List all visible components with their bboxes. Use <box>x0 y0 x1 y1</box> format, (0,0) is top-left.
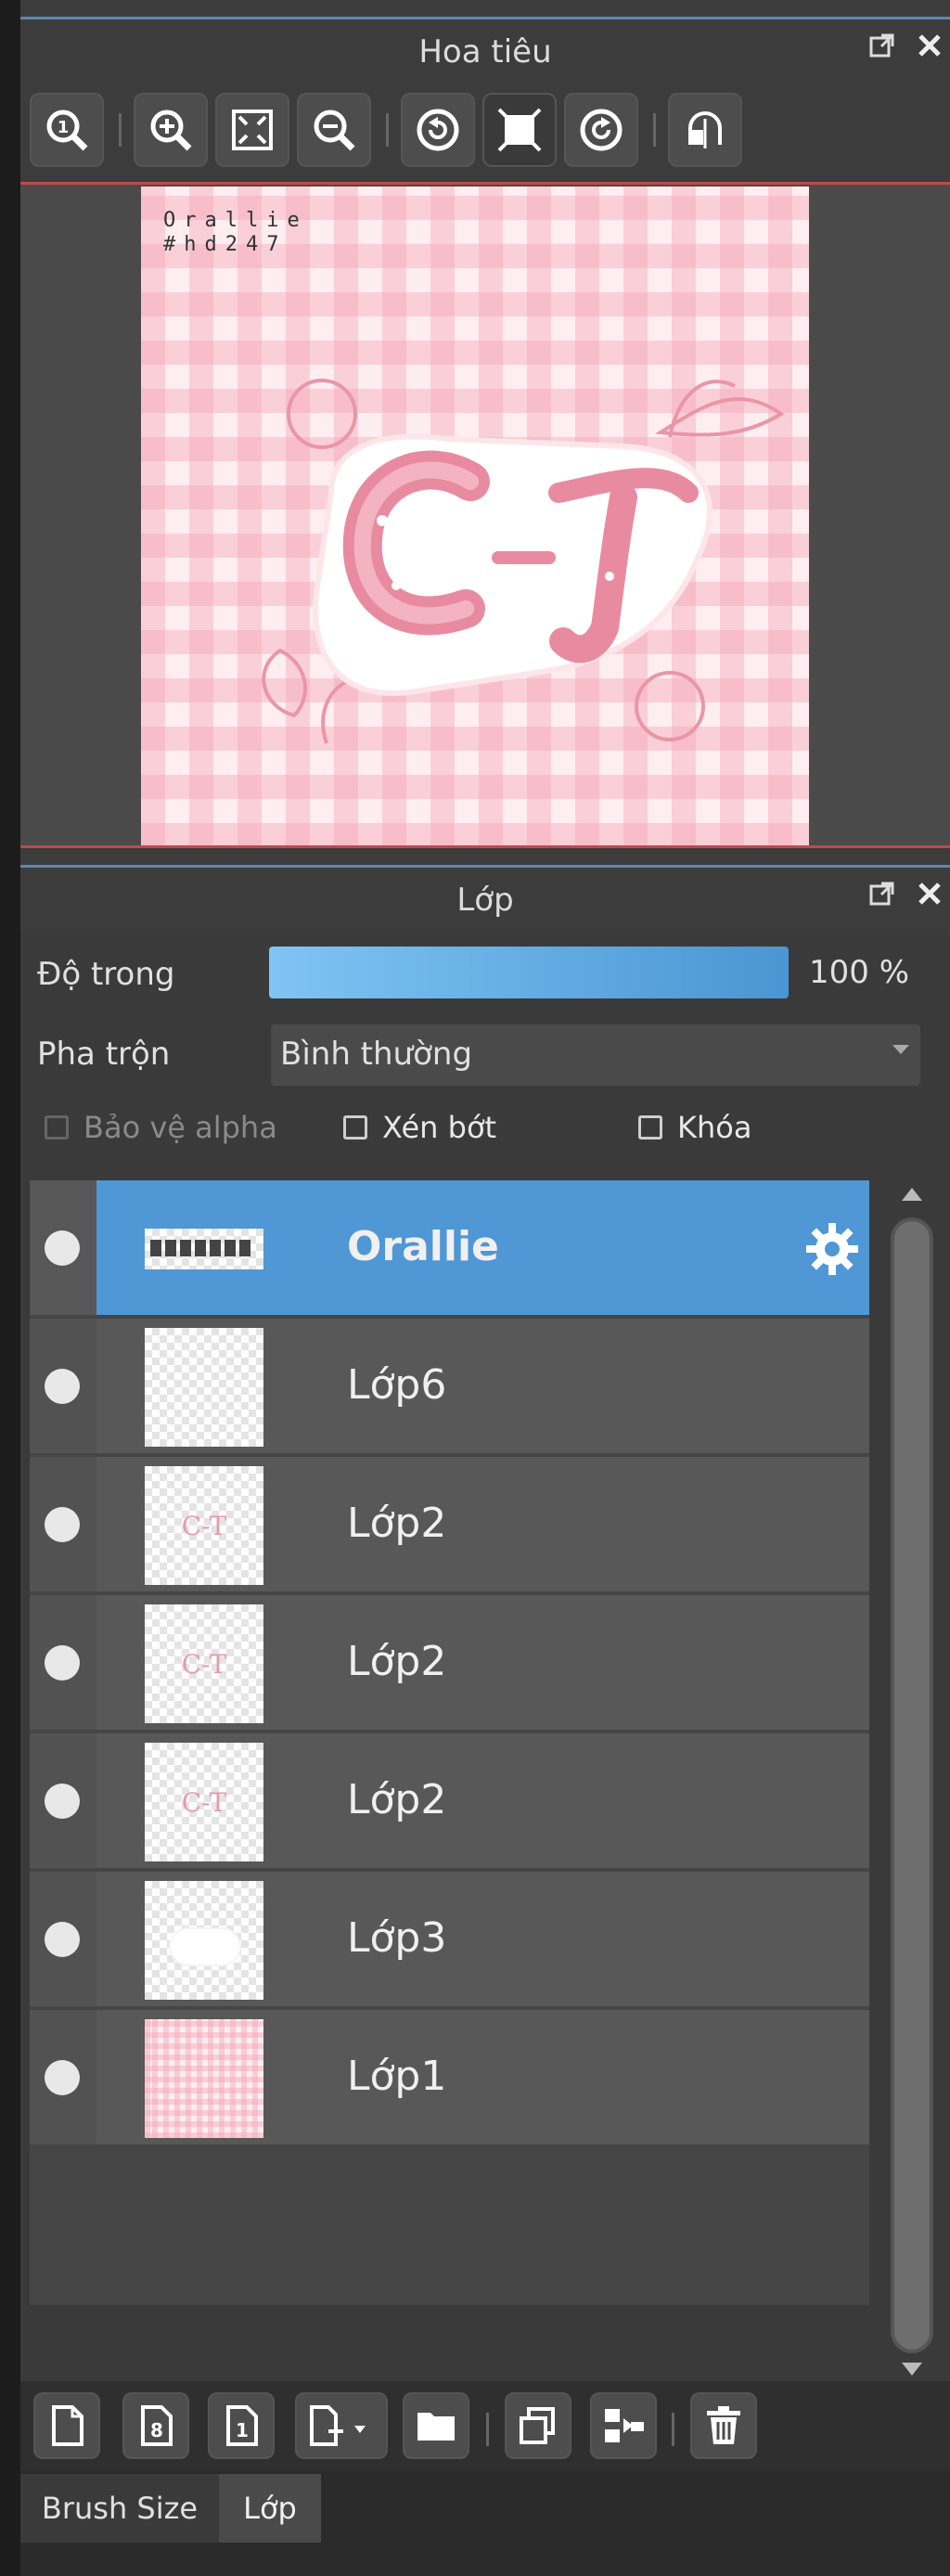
navigator-title: Hoa tiêu <box>418 33 552 71</box>
layer-toolbar: 8 1 <box>20 2381 950 2470</box>
layer-row[interactable]: Lớp3 <box>30 1872 869 2006</box>
layer-row[interactable]: C-T Lớp2 <box>30 1457 869 1591</box>
rotate-right-icon[interactable] <box>564 93 638 167</box>
blend-mode-value: Bình thường <box>280 1036 473 1073</box>
zoom-in-icon[interactable] <box>134 93 208 167</box>
layer-name: Lớp2 <box>347 1776 447 1823</box>
visibility-icon[interactable] <box>45 1784 80 1819</box>
add-layer-menu-icon[interactable] <box>295 2392 388 2459</box>
layer-name: Lớp2 <box>347 1638 447 1685</box>
toolbar-separator <box>486 2413 489 2446</box>
visibility-icon[interactable] <box>45 1645 80 1681</box>
protect-alpha-checkbox[interactable]: Bảo vệ alpha <box>45 1110 277 1145</box>
layer-panel-header: Lớp <box>20 859 950 934</box>
canvas-preview[interactable]: Orallie #hd247 <box>141 187 809 847</box>
layer-thumbnail <box>145 1881 263 2000</box>
lock-checkbox[interactable]: Khóa <box>638 1110 751 1145</box>
layer-row[interactable]: C-T Lớp2 <box>30 1595 869 1730</box>
tab-brush-size[interactable]: Brush Size <box>20 2474 219 2543</box>
view-border-top <box>20 182 950 185</box>
gear-icon[interactable] <box>804 1221 860 1277</box>
panel-top-line <box>20 17 950 19</box>
clipping-checkbox[interactable]: Xén bớt <box>343 1110 496 1145</box>
visibility-icon[interactable] <box>45 1369 80 1404</box>
blend-mode-select[interactable]: Bình thường <box>271 1024 920 1086</box>
visibility-icon[interactable] <box>45 1922 80 1957</box>
toolbar-separator <box>672 2413 674 2446</box>
merge-down-icon[interactable] <box>590 2392 657 2459</box>
clipping-label: Xén bớt <box>382 1110 497 1145</box>
checkbox-box <box>638 1115 662 1140</box>
close-icon[interactable] <box>917 881 943 914</box>
scroll-down-icon[interactable] <box>902 2363 922 2376</box>
layer-row[interactable]: Orallie <box>30 1180 869 1315</box>
layer-panel: Lớp Độ trong 100 % Pha trộn Bình thường … <box>20 859 950 2470</box>
zoom-100-icon[interactable]: 1 <box>30 93 104 167</box>
tab-layer[interactable]: Lớp <box>219 2474 321 2543</box>
layer-thumbnail <box>145 2019 263 2138</box>
visibility-icon[interactable] <box>45 2060 80 2095</box>
left-edge <box>0 0 20 2576</box>
fit-screen-icon[interactable] <box>215 93 289 167</box>
scroll-thumb[interactable] <box>894 1221 930 2350</box>
protect-alpha-label: Bảo vệ alpha <box>83 1110 277 1145</box>
rotate-left-icon[interactable] <box>401 93 475 167</box>
detach-icon[interactable] <box>868 880 896 915</box>
checkbox-box <box>45 1115 69 1140</box>
folder-icon[interactable] <box>403 2392 469 2459</box>
toolbar-separator <box>119 113 122 147</box>
new-8bit-layer-icon[interactable]: 8 <box>122 2392 189 2459</box>
layer-thumbnail <box>145 1328 263 1447</box>
duplicate-layer-icon[interactable] <box>505 2392 571 2459</box>
svg-text:1: 1 <box>58 118 70 137</box>
opacity-label: Độ trong <box>37 956 175 993</box>
new-layer-icon[interactable] <box>33 2392 100 2459</box>
lock-label: Khóa <box>677 1110 752 1145</box>
layer-name: Lớp6 <box>347 1361 447 1409</box>
layer-row[interactable]: Lớp6 <box>30 1319 869 1453</box>
navigator-panel: Hoa tiêu 1 Orallie #hd247 <box>20 0 950 859</box>
svg-text:8: 8 <box>150 2419 163 2441</box>
layer-row[interactable]: C-T Lớp2 <box>30 1733 869 1868</box>
panel-tabs: Brush Size Lớp <box>20 2470 950 2576</box>
layer-scrollbar[interactable] <box>876 1180 933 2383</box>
layer-thumbnail <box>145 1229 263 1269</box>
navigator-view[interactable]: Orallie #hd247 <box>20 182 950 848</box>
layer-name: Lớp2 <box>347 1500 447 1547</box>
view-border-bottom <box>20 845 950 848</box>
layer-thumbnail: C-T <box>145 1743 263 1861</box>
flip-horizontal-icon[interactable] <box>668 93 742 167</box>
zoom-out-icon[interactable] <box>297 93 371 167</box>
opacity-value: 100 % <box>809 954 910 991</box>
layer-name: Orallie <box>347 1223 499 1270</box>
scroll-up-icon[interactable] <box>902 1188 922 1201</box>
panel-top-line <box>20 865 950 868</box>
layer-thumbnail: C-T <box>145 1466 263 1585</box>
svg-text:1: 1 <box>236 2419 249 2441</box>
reset-view-icon[interactable] <box>482 93 557 167</box>
checkbox-box <box>343 1115 367 1140</box>
blend-label: Pha trộn <box>37 1036 171 1073</box>
close-icon[interactable] <box>917 32 943 66</box>
layer-name: Lớp3 <box>347 1914 447 1962</box>
layer-list[interactable]: Orallie Lớp6 C-T Lớp2 C-T Lớp2 C-T Lớp2 … <box>30 1180 869 2305</box>
new-1bit-layer-icon[interactable]: 1 <box>208 2392 275 2459</box>
detach-icon[interactable] <box>868 32 896 67</box>
toolbar-separator <box>653 113 656 147</box>
delete-layer-icon[interactable] <box>690 2392 757 2459</box>
layer-panel-title: Lớp <box>456 882 514 919</box>
layer-thumbnail: C-T <box>145 1604 263 1723</box>
opacity-slider[interactable] <box>269 947 789 998</box>
layer-name: Lớp1 <box>347 2053 447 2100</box>
chevron-down-icon <box>892 1045 909 1054</box>
visibility-icon[interactable] <box>45 1230 80 1266</box>
canvas-artwork <box>262 379 785 744</box>
toolbar-separator <box>386 113 389 147</box>
layer-row[interactable]: Lớp1 <box>30 2010 869 2145</box>
visibility-icon[interactable] <box>45 1507 80 1542</box>
